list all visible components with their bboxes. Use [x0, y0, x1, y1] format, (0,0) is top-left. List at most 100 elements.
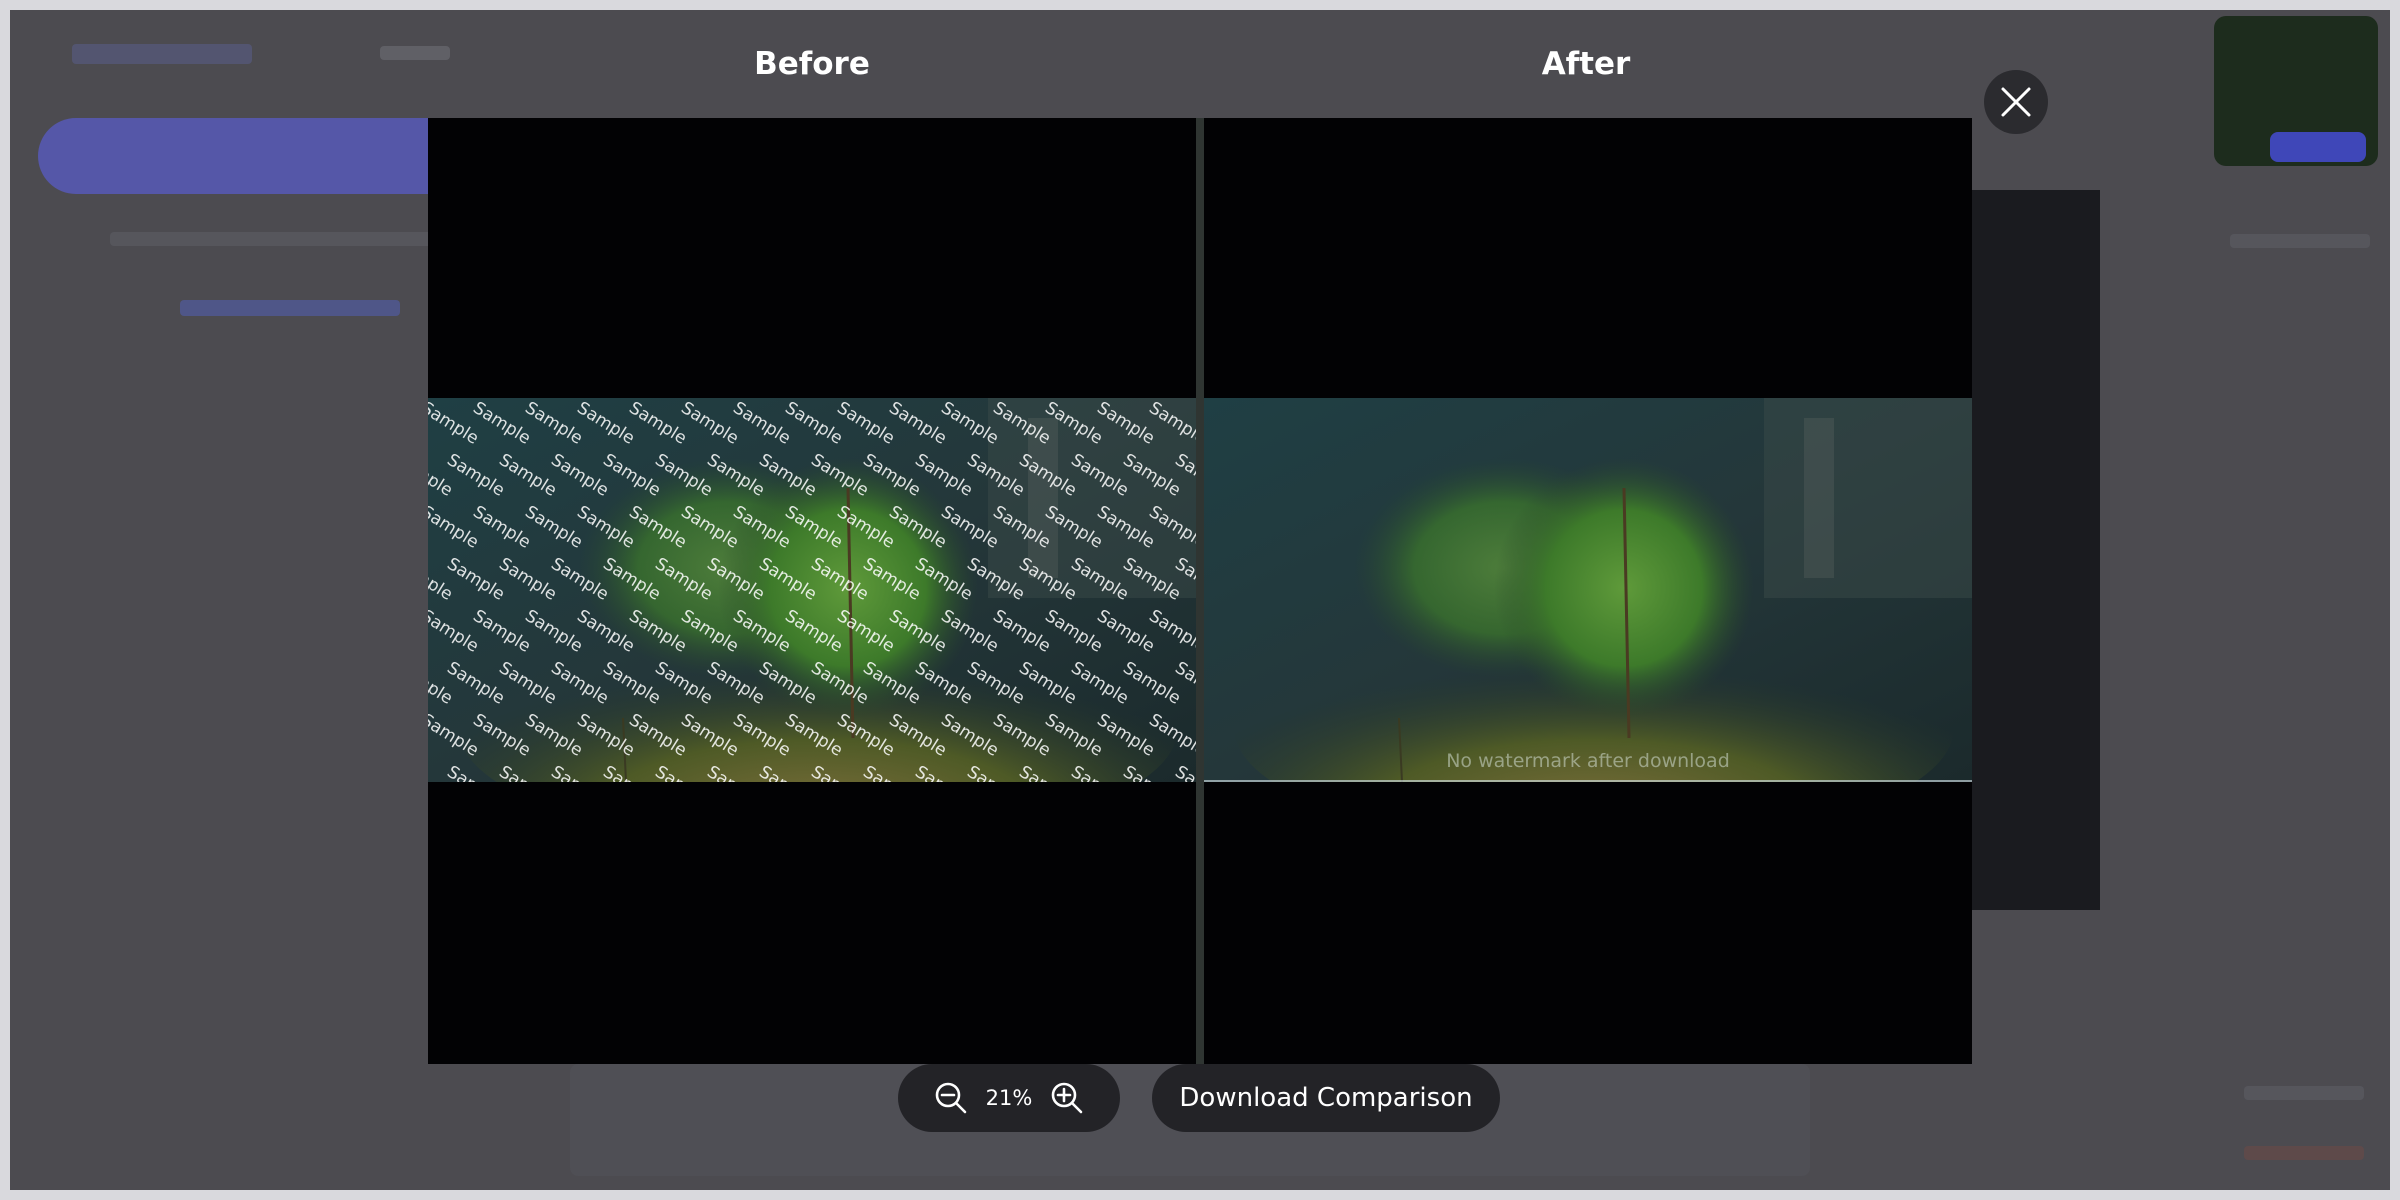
watermark-text: Sample — [781, 502, 847, 553]
watermark-text: Sample — [1093, 606, 1159, 657]
watermark-text: Sample — [1171, 762, 1196, 782]
watermark-text: Sample — [729, 606, 795, 657]
zoom-in-icon[interactable] — [1050, 1081, 1084, 1115]
watermark-text: Sample — [885, 606, 951, 657]
watermark-layer: Sample Sample Sample Sample Sample Sample Samp… — [428, 398, 1196, 782]
watermark-text: Sample — [729, 502, 795, 553]
watermark-text: Sample — [859, 554, 925, 605]
watermark-text: Sample — [1093, 398, 1159, 449]
watermark-text: Sample — [599, 658, 665, 709]
watermark-text: Sample — [911, 450, 977, 501]
zoom-controls: 21% — [898, 1064, 1120, 1132]
before-title: Before — [754, 46, 870, 82]
watermark-text: Sample — [443, 450, 509, 501]
watermark-text: Sample — [495, 450, 561, 501]
background-nav — [380, 46, 450, 60]
watermark-text: Sample — [547, 554, 613, 605]
before-image: Sample Sample Sample Sample Sample Sample Samp… — [428, 398, 1196, 782]
watermark-text: Sample — [469, 502, 535, 553]
watermark-text: Sample — [547, 450, 613, 501]
watermark-text: Sample — [1015, 658, 1081, 709]
watermark-text: Sample — [781, 606, 847, 657]
background-side-text — [2244, 1146, 2364, 1160]
watermark-text: Sample — [833, 502, 899, 553]
download-comparison-button[interactable]: Download Comparison — [1152, 1064, 1500, 1132]
watermark-text: Sample — [599, 554, 665, 605]
watermark-text: Sample — [625, 398, 691, 449]
watermark-text: Sample — [1041, 606, 1107, 657]
watermark-text: Sample — [755, 658, 821, 709]
watermark-text: Sample — [911, 554, 977, 605]
watermark-text: Sample — [1119, 658, 1185, 709]
before-image-pane[interactable]: Sample Sample Sample Sample Sample Sample Samp… — [428, 118, 1196, 1064]
watermark-text: Sample — [495, 658, 561, 709]
watermark-text: Sample — [963, 658, 1029, 709]
watermark-text: Sample — [1041, 710, 1107, 761]
close-icon — [2001, 87, 2031, 117]
watermark-text: Sample — [1119, 554, 1185, 605]
watermark-text: Sample — [573, 398, 639, 449]
close-button[interactable] — [1984, 70, 2048, 134]
watermark-text: Sample — [547, 658, 613, 709]
watermark-text: Sample — [963, 450, 1029, 501]
zoom-level: 21% — [985, 1086, 1033, 1110]
watermark-text: Sample — [495, 554, 561, 605]
watermark-text: Sample — [937, 606, 1003, 657]
watermark-text: Sample — [521, 502, 587, 553]
watermark-text: Sample — [677, 398, 743, 449]
watermark-text: Sample — [781, 710, 847, 761]
watermark-text: Sample — [703, 554, 769, 605]
watermark-text: Sample — [911, 658, 977, 709]
watermark-text: Sample — [833, 710, 899, 761]
watermark-text: Sample — [599, 450, 665, 501]
watermark-text: Sample — [859, 658, 925, 709]
watermark-text: Sample — [1093, 502, 1159, 553]
after-image — [1204, 398, 1972, 782]
watermark-text: Sample — [937, 502, 1003, 553]
watermark-text: Sample — [1015, 554, 1081, 605]
watermark-text: Sample — [625, 710, 691, 761]
after-title: After — [1541, 46, 1631, 82]
watermark-text: Sample — [937, 398, 1003, 449]
watermark-text: Sample — [755, 450, 821, 501]
watermark-text: Sample — [651, 450, 717, 501]
background-preview-card — [1970, 190, 2100, 910]
watermark-text: Sample — [937, 710, 1003, 761]
watermark-text: Sample — [1145, 398, 1196, 449]
watermark-text: Sample — [677, 710, 743, 761]
watermark-text: Sample — [573, 606, 639, 657]
watermark-text: Sample — [443, 658, 509, 709]
watermark-text: Sample — [807, 554, 873, 605]
watermark-text: Sample — [469, 606, 535, 657]
watermark-text: Sample — [729, 398, 795, 449]
watermark-text: Sample — [703, 658, 769, 709]
watermark-text: Sample — [625, 502, 691, 553]
watermark-text: Sample — [1093, 710, 1159, 761]
background-side-text — [2230, 234, 2370, 248]
zoom-out-icon[interactable] — [934, 1081, 968, 1115]
watermark-text: Sample — [885, 398, 951, 449]
background-logo — [72, 44, 252, 64]
watermark-text: Sample — [521, 710, 587, 761]
watermark-text: Sample — [833, 606, 899, 657]
watermark-text: Sample — [781, 398, 847, 449]
after-image-pane[interactable]: No watermark after download — [1204, 118, 1972, 1064]
watermark-text: Sample — [1145, 606, 1196, 657]
watermark-text: Sample — [833, 398, 899, 449]
after-image-edge — [1204, 780, 1972, 782]
watermark-text: Sample — [521, 398, 587, 449]
watermark-text: Sample — [989, 398, 1055, 449]
watermark-text: Sample — [963, 554, 1029, 605]
watermark-text: Sample — [729, 710, 795, 761]
watermark-text: Sample — [755, 554, 821, 605]
watermark-text: Sample — [1041, 502, 1107, 553]
compare-divider[interactable] — [1196, 118, 1204, 1064]
background-side-text — [2244, 1086, 2364, 1100]
watermark-text: Sample — [651, 658, 717, 709]
watermark-text: Sample — [651, 554, 717, 605]
watermark-text: Sample — [1145, 502, 1196, 553]
watermark-text: Sample — [469, 398, 535, 449]
watermark-text: Sample — [1041, 398, 1107, 449]
watermark-text: Sample — [625, 606, 691, 657]
background-thumbnail-badge — [2270, 132, 2366, 162]
